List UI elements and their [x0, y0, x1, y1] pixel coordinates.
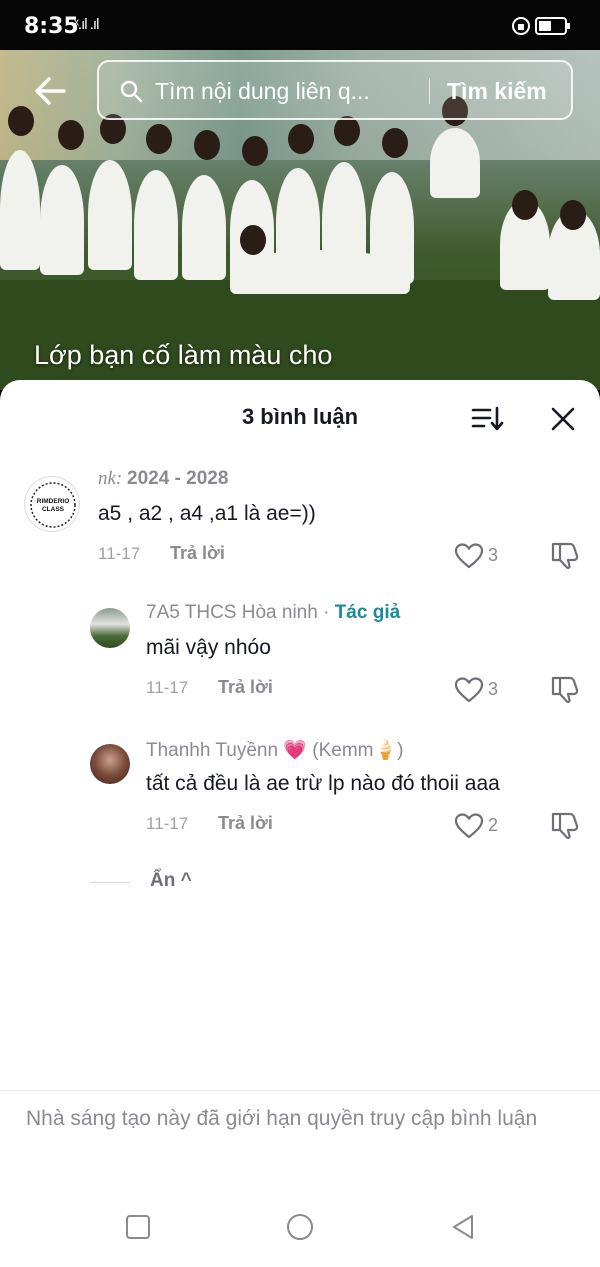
video-caption: Lớp bạn cố làm màu cho — [34, 340, 333, 370]
player-head — [512, 190, 538, 220]
like-count: 2 — [488, 815, 499, 835]
hide-replies-button[interactable]: Ẩn ^ — [150, 870, 192, 892]
comment-text: mãi vậy nhóo — [146, 636, 271, 659]
dislike-icon[interactable] — [550, 810, 580, 840]
footer-divider — [0, 1090, 600, 1091]
avatar[interactable]: RIMDERIO CLASS — [24, 476, 80, 532]
player-head — [560, 200, 586, 230]
player-head — [146, 124, 172, 154]
comment-date: 11-17 — [98, 544, 141, 563]
comment-username[interactable]: Thanhh Tuyềnn 💗 (Kemm🍦) — [146, 738, 403, 762]
square-nav-icon[interactable] — [123, 1212, 153, 1242]
sort-icon[interactable] — [470, 404, 504, 434]
reply-button[interactable]: Trả lời — [218, 813, 273, 834]
heart-icon[interactable] — [454, 812, 484, 840]
back-arrow-icon[interactable] — [28, 68, 74, 114]
username-prefix: nk: — [98, 468, 128, 489]
search-input[interactable]: Tìm nội dung liên q... — [155, 78, 370, 105]
comment-username[interactable]: nk: 2024 - 2028 — [98, 468, 228, 490]
triangle-back-icon[interactable] — [448, 1212, 478, 1242]
class-logo-icon: RIMDERIO CLASS — [30, 482, 76, 528]
status-time: 8:35 — [24, 14, 79, 39]
search-bar[interactable]: Tìm nội dung liên q... Tìm kiếm — [97, 60, 573, 120]
like-count: 3 — [488, 545, 499, 565]
reply-comment: Thanhh Tuyềnn 💗 (Kemm🍦) tất cả đều là ae… — [0, 736, 600, 846]
search-button[interactable]: Tìm kiếm — [447, 78, 547, 105]
search-divider — [429, 78, 430, 104]
svg-text:RIMDERIO: RIMDERIO — [37, 498, 70, 505]
turf — [0, 280, 600, 390]
comment-text: tất cả đều là ae trừ lp nào đó thoii aaa — [146, 772, 500, 795]
player-head — [242, 136, 268, 166]
comment-username[interactable]: 7A5 THCS Hòa ninh · Tác giả — [146, 602, 400, 624]
comment-text: a5 , a2 , a4 ,a1 là ae=)) — [98, 502, 316, 525]
author-badge: Tác giả — [334, 602, 401, 623]
username-text: 7A5 THCS Hòa ninh — [146, 602, 318, 623]
heart-icon[interactable] — [454, 676, 484, 704]
player — [88, 160, 132, 270]
heart-icon[interactable] — [454, 542, 484, 570]
reply-button[interactable]: Trả lời — [170, 543, 225, 564]
player — [40, 165, 84, 275]
like-count: 3 — [488, 679, 499, 699]
player — [182, 175, 226, 280]
comments-count-title: 3 bình luận — [241, 404, 359, 429]
comment-date: 11-17 — [146, 678, 189, 697]
player-head — [58, 120, 84, 150]
signal-icon: ˣ.ıl .ıl — [74, 16, 99, 33]
dislike-icon[interactable] — [550, 540, 580, 570]
comment: RIMDERIO CLASS nk: 2024 - 2028 a5 , a2 ,… — [0, 466, 600, 576]
player-head — [382, 128, 408, 158]
system-nav-bar — [0, 1180, 600, 1267]
reply-comment: 7A5 THCS Hòa ninh · Tác giả mãi vậy nhóo… — [0, 600, 600, 710]
author-separator: · — [317, 602, 335, 623]
hide-replies-divider — [90, 882, 130, 883]
svg-text:CLASS: CLASS — [42, 506, 65, 513]
player — [134, 170, 178, 280]
avatar[interactable] — [90, 744, 130, 784]
dislike-icon[interactable] — [550, 674, 580, 704]
comments-sheet: 3 bình luận RIMDERIO CLASS nk: 2024 - 20… — [0, 380, 600, 1267]
player — [0, 150, 40, 270]
player-head — [334, 116, 360, 146]
comment-date: 11-17 — [146, 814, 189, 833]
search-icon — [120, 80, 143, 103]
circle-nav-icon[interactable] — [285, 1212, 315, 1242]
player — [430, 128, 480, 198]
status-bar: 8:35 ˣ.ıl .ıl — [0, 0, 600, 50]
player-head — [194, 130, 220, 160]
close-icon[interactable] — [550, 406, 576, 432]
comment-restriction-notice: Nhà sáng tạo này đã giới hạn quyền truy … — [26, 1107, 538, 1130]
username-text: 2024 - 2028 — [127, 468, 229, 489]
reply-button[interactable]: Trả lời — [218, 677, 273, 698]
player-head — [240, 225, 266, 255]
player — [230, 250, 410, 294]
battery-icon — [512, 17, 570, 35]
player-head — [288, 124, 314, 154]
avatar[interactable] — [90, 608, 130, 648]
